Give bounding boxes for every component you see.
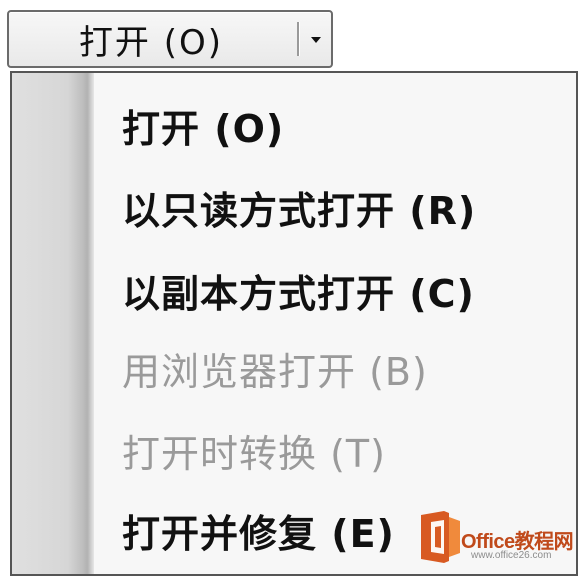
watermark-brand: Office教程网 [461, 531, 574, 553]
menu-item-open-and-repair[interactable]: 打开并修复 (E) [122, 501, 395, 559]
menu-item-label: 用浏览器打开 (B) [122, 349, 428, 394]
open-split-button[interactable]: 打开 (O) [7, 10, 333, 68]
menu-item-open-as-copy[interactable]: 以副本方式打开 (C) [122, 261, 475, 319]
dropdown-arrow-button[interactable] [301, 12, 331, 66]
menu-item-open-read-only[interactable]: 以只读方式打开 (R) [122, 178, 476, 236]
chevron-down-icon [311, 37, 321, 43]
menu-item-label: 以副本方式打开 (C) [122, 271, 475, 316]
menu-item-label: 打开 (O) [122, 106, 285, 151]
site-watermark: Office教程网 www.office26.com [413, 507, 574, 567]
menu-item-label: 以只读方式打开 (R) [122, 188, 477, 233]
menu-item-open-with-transform: 打开时转换 (T) [122, 421, 386, 479]
open-options-menu: 打开 (O) 以只读方式打开 (R) 以副本方式打开 (C) 用浏览器打开 (B… [10, 71, 578, 576]
office-logo-icon [421, 511, 460, 563]
split-button-divider [297, 22, 299, 56]
screenshot-stage: 打开 (O) 打开 (O) 以只读方式打开 (R) 以副本方式打开 (C) 用浏… [0, 0, 579, 579]
open-button-label: 打开 (O) [78, 22, 224, 63]
menu-item-open[interactable]: 打开 (O) [122, 96, 284, 154]
menu-item-label: 打开时转换 (T) [122, 431, 386, 476]
menu-icon-gutter [12, 73, 94, 574]
open-button-main[interactable]: 打开 (O) [9, 12, 293, 66]
menu-item-open-in-browser: 用浏览器打开 (B) [122, 339, 428, 397]
watermark-url: www.office26.com [471, 550, 552, 561]
menu-item-label: 打开并修复 (E) [122, 511, 395, 556]
